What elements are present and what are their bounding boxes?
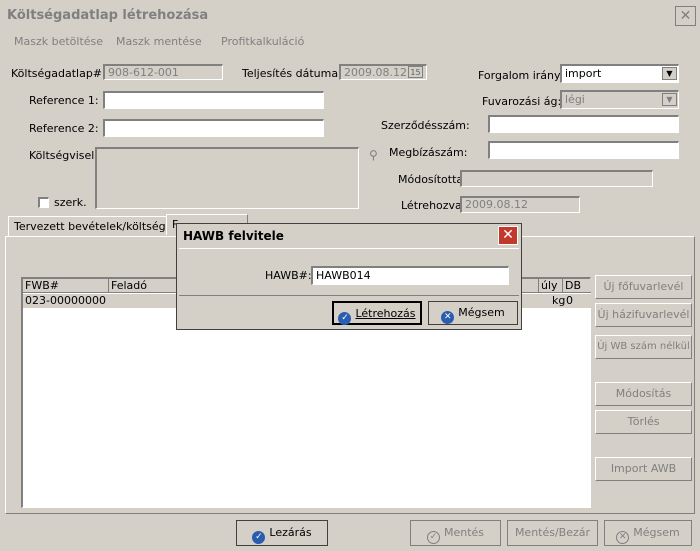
- window-title: Költségadatlap létrehozása: [7, 8, 209, 23]
- menu-mask-load[interactable]: Maszk betöltése: [14, 35, 103, 48]
- hawb-label: HAWB#:: [265, 269, 312, 282]
- check-icon: ✓: [426, 531, 440, 544]
- menu-profit-calc[interactable]: Profitkalkuláció: [221, 35, 304, 48]
- column-header-fwb[interactable]: FWB#: [23, 279, 109, 293]
- row-weight-cell: kg: [552, 294, 566, 307]
- delete-button[interactable]: Törlés: [595, 410, 692, 434]
- close-icon: ✕: [616, 531, 630, 544]
- tab-planned-revenue-costs[interactable]: Tervezett bevételek/költségek: [8, 216, 185, 237]
- close-sheet-label: Lezárás: [269, 526, 312, 539]
- created-field: 2009.08.12: [460, 196, 580, 213]
- modified-by-field: [460, 170, 653, 187]
- cost-bearer-label: Költségviselő: [29, 149, 102, 162]
- menu-mask-save[interactable]: Maszk mentése: [116, 35, 202, 48]
- import-awb-button[interactable]: Import AWB: [595, 457, 692, 481]
- dialog-cancel-button[interactable]: ✕ Mégsem: [428, 301, 518, 325]
- save-close-button[interactable]: Mentés/Bezár: [507, 520, 598, 546]
- reference2-field[interactable]: [103, 119, 324, 137]
- traffic-direction-label: Forgalom irány:: [478, 69, 564, 82]
- performance-date-label: Teljesítés dátuma:: [242, 67, 342, 80]
- order-number-label: Megbízászám:: [389, 146, 468, 159]
- save-button[interactable]: ✓ Mentés: [410, 520, 501, 546]
- cost-sheet-number-field: 908-612-001: [103, 64, 223, 80]
- save-label: Mentés: [443, 526, 485, 539]
- window-close-button[interactable]: ✕: [675, 6, 696, 26]
- dialog-title: HAWB felvitele: [183, 229, 284, 243]
- create-label: Létrehozás: [355, 307, 416, 320]
- edit-checkbox[interactable]: [38, 197, 49, 208]
- column-header-weight[interactable]: úly: [539, 279, 563, 293]
- cost-bearer-box: [95, 147, 359, 209]
- contract-number-label: Szerződésszám:: [381, 119, 470, 132]
- calendar-icon[interactable]: 15: [408, 66, 423, 78]
- reference1-field[interactable]: [103, 91, 324, 109]
- close-icon: ✕: [441, 311, 455, 324]
- edit-checkbox-label: szerk.: [54, 196, 87, 209]
- dialog-close-button[interactable]: ✕: [498, 226, 518, 245]
- created-label: Létrehozva:: [401, 199, 466, 212]
- reference1-label: Reference 1:: [29, 94, 99, 107]
- new-main-waybill-button[interactable]: Új főfuvarlevél: [595, 275, 692, 299]
- chevron-down-icon: ▼: [662, 93, 677, 106]
- hawb-dialog: HAWB felvitele ✕ HAWB#: HAWB014 ✓ Létreho…: [176, 223, 522, 330]
- dialog-cancel-label: Mégsem: [458, 306, 505, 319]
- row-weight-spacer: [545, 294, 553, 308]
- hawb-input[interactable]: HAWB014: [311, 266, 509, 285]
- new-wb-without-number-button[interactable]: Új WB szám nélkül: [595, 335, 692, 359]
- transport-branch-label: Fuvarozási ág:: [482, 95, 562, 108]
- cancel-button[interactable]: ✕ Mégsem: [604, 520, 692, 546]
- reference2-label: Reference 2:: [29, 122, 99, 135]
- modified-by-label: Módosította:: [398, 173, 467, 186]
- cost-sheet-number-label: Költségadatlap#:: [11, 67, 106, 80]
- row-fwb-cell: 023-00000000: [25, 294, 106, 307]
- modify-button[interactable]: Módosítás: [595, 382, 692, 406]
- new-house-waybill-button[interactable]: Új házifuvarlevél: [595, 303, 692, 327]
- cancel-label: Mégsem: [633, 526, 680, 539]
- column-header-db[interactable]: DB: [563, 279, 591, 293]
- check-icon: ✓: [252, 531, 266, 544]
- order-number-field[interactable]: [488, 141, 679, 159]
- row-db-cell: 0: [566, 294, 573, 307]
- person-icon[interactable]: ⚲: [369, 148, 378, 162]
- contract-number-field[interactable]: [488, 115, 679, 133]
- create-button[interactable]: ✓ Létrehozás: [332, 301, 422, 325]
- chevron-down-icon[interactable]: ▼: [662, 67, 677, 80]
- close-sheet-button[interactable]: ✓ Lezárás: [236, 520, 328, 546]
- check-icon: ✓: [338, 312, 352, 325]
